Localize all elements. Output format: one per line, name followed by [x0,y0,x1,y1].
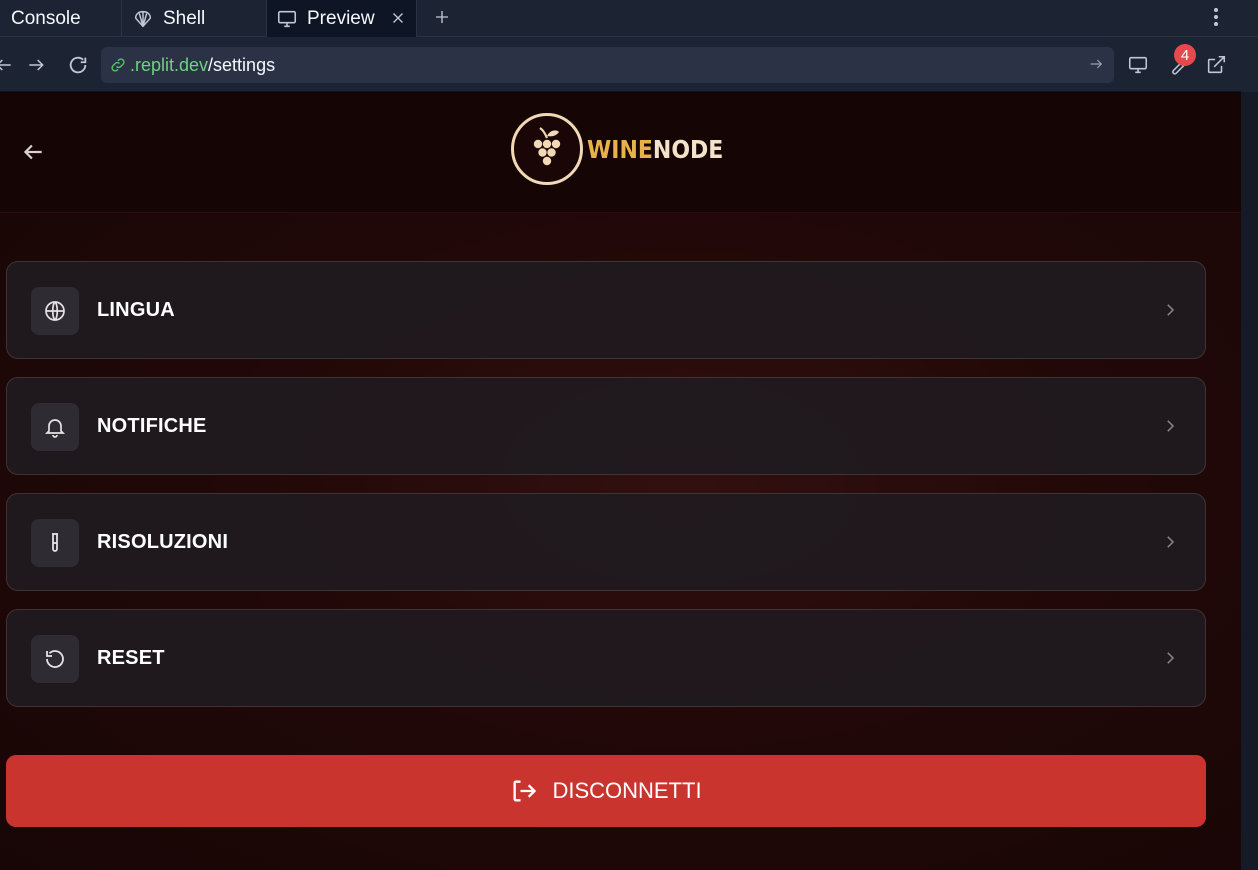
arrow-left-icon [23,144,42,160]
menu-item-label: RISOLUZIONI [97,531,229,553]
url-host: .replit.dev [130,54,209,75]
arrow-right-icon [29,59,44,71]
reload-button[interactable] [66,53,90,77]
tab-options-button[interactable] [1205,3,1227,31]
app-viewport: WINENODE LINGUA NOTIFICHE RISOLUZIONI RE… [0,92,1241,870]
tab-shell[interactable]: Shell [122,0,267,37]
menu-item-label: NOTIFICHE [97,415,207,437]
grapes-icon [511,113,583,185]
menu-item-lingua[interactable]: LINGUA [6,261,1206,359]
logout-label: DISCONNETTI [552,778,702,803]
plus-icon [436,11,448,23]
close-tab-icon[interactable] [389,9,407,27]
forward-nav-button[interactable] [24,53,48,77]
menu-item-label: RESET [97,647,165,669]
logo-wordmark: WINENODE [587,135,723,164]
chevron-right-icon [1161,649,1179,667]
external-link-icon [1207,55,1226,74]
chevron-right-icon [1161,301,1179,319]
tab-preview[interactable]: Preview [267,0,417,38]
tab-preview-label: Preview [307,8,375,29]
shell-icon [132,8,154,30]
menu-item-risoluzioni[interactable]: RISOLUZIONI [6,493,1206,591]
preview-toolbar: .replit.dev/settings [0,37,1241,92]
winenode-logo: WINENODE [511,113,742,185]
tab-shell-label: Shell [163,7,206,29]
log-out-icon [510,777,538,805]
scrollbar-thumb[interactable] [1241,92,1258,870]
back-nav-button[interactable] [0,53,16,77]
bell-icon [31,403,79,451]
workspace-tab-bar: Console Shell Preview [0,0,1258,38]
chevron-right-icon [1161,533,1179,551]
menu-item-notifiche[interactable]: NOTIFICHE [6,377,1206,475]
logo-node-text: NODE [652,134,724,164]
chevron-right-icon [1161,417,1179,435]
open-new-window-button[interactable] [1203,52,1229,78]
go-arrow-icon[interactable] [1088,56,1104,72]
add-tab-button[interactable] [430,5,454,29]
menu-item-label: LINGUA [97,299,175,321]
link-icon [109,56,127,74]
reload-icon [69,56,87,74]
url-input[interactable]: .replit.dev/settings [101,47,1114,83]
more-vertical-icon [1214,8,1218,26]
notification-badge: 4 [1174,44,1196,66]
tab-console[interactable]: Console [0,0,122,37]
arrow-left-icon [0,59,11,71]
back-button[interactable] [20,139,46,165]
device-preview-button[interactable] [1125,52,1151,78]
test-tube-icon [31,519,79,567]
monitor-icon [276,8,298,30]
logo-wine-text: WINE [587,134,653,164]
globe-icon [31,287,79,335]
app-header: WINENODE [0,92,1241,213]
tab-console-label: Console [11,7,81,29]
logout-button[interactable]: DISCONNETTI [6,755,1206,827]
url-path: /settings [208,54,276,75]
rotate-ccw-icon [31,635,79,683]
menu-item-reset[interactable]: RESET [6,609,1206,707]
monitor-icon [1128,56,1148,74]
